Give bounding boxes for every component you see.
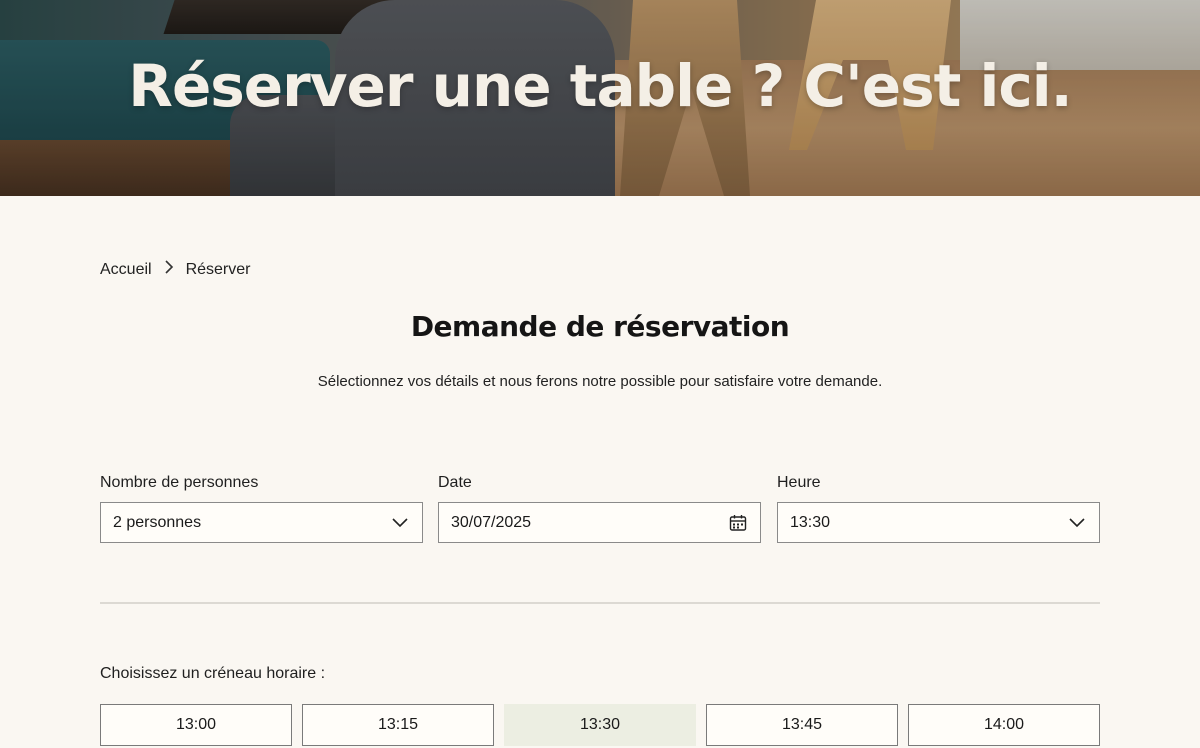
date-input[interactable]: 30/07/2025 [438,502,761,543]
persons-field: Nombre de personnes 2 personnes [100,474,423,543]
time-slot-button[interactable]: 13:00 [100,704,292,746]
date-field: Date 30/07/2025 [438,474,761,543]
section-divider [100,602,1100,604]
breadcrumb: Accueil Réserver [100,260,250,279]
page-title: Demande de réservation [410,310,790,343]
persons-value: 2 personnes [113,513,202,531]
chevron-down-icon [390,513,410,533]
time-slot-button-selected[interactable]: 13:30 [504,704,696,746]
persons-label: Nombre de personnes [100,474,259,491]
time-label: Heure [777,474,821,491]
slots-label: Choisissez un créneau horaire : [100,665,326,682]
time-field: Heure 13:30 [777,474,1100,543]
date-label: Date [438,474,472,491]
calendar-icon[interactable] [728,513,748,533]
time-select[interactable]: 13:30 [777,502,1100,543]
time-slot-button[interactable]: 14:00 [908,704,1100,746]
date-value: 30/07/2025 [451,513,532,531]
page-subtitle: Sélectionnez vos détails et nous ferons … [317,373,883,390]
time-value: 13:30 [790,513,831,531]
breadcrumb-home-link[interactable]: Accueil [100,261,152,279]
hero-banner: Réserver une table ? C'est ici. [0,0,1200,196]
persons-select[interactable]: 2 personnes [100,502,423,543]
time-slot-button[interactable]: 13:15 [302,704,494,746]
chevron-right-icon [164,260,174,279]
time-slot-button[interactable]: 13:45 [706,704,898,746]
chevron-down-icon [1067,513,1087,533]
breadcrumb-current: Réserver [185,260,251,278]
time-slot-list: 13:00 13:15 13:30 13:45 14:00 [100,704,1102,746]
hero-title: Réserver une table ? C'est ici. [128,52,1072,120]
